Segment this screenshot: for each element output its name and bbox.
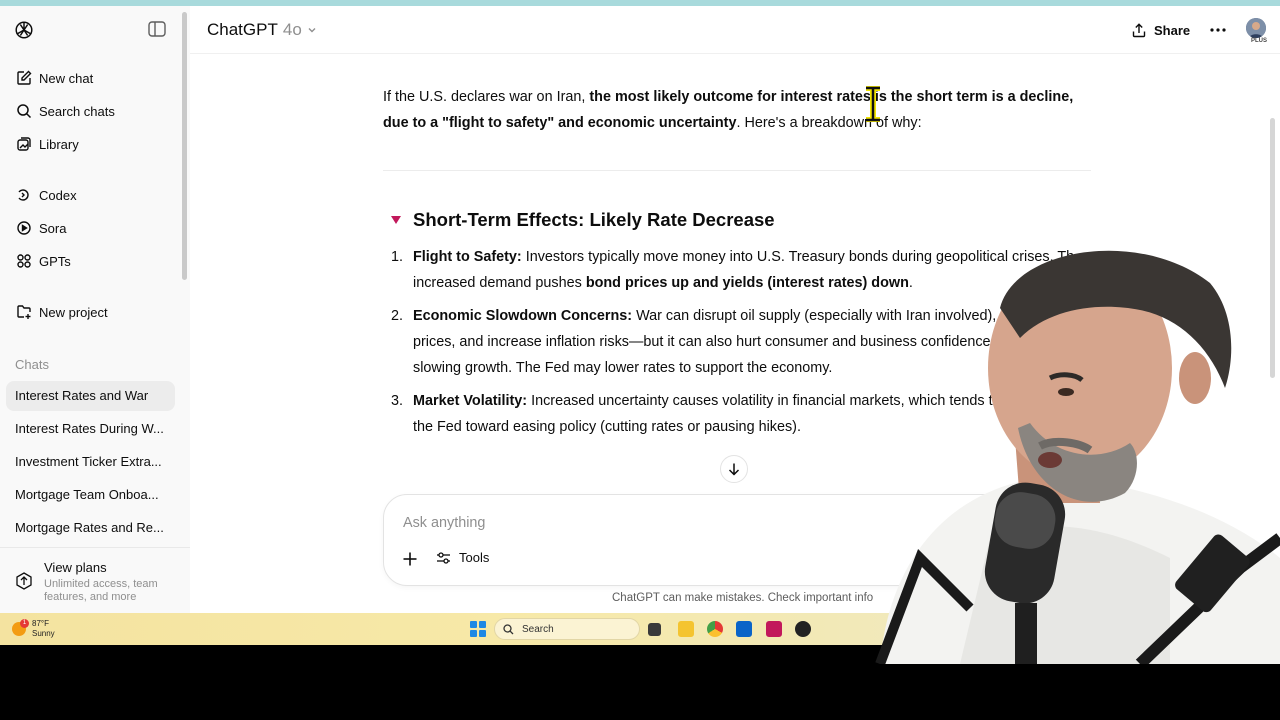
sidebar-scrollbar[interactable] [182, 12, 187, 280]
model-selector[interactable]: ChatGPT 4o [207, 20, 317, 40]
list-number: 1. [391, 249, 404, 265]
plus-icon[interactable] [401, 550, 419, 568]
library-icon [17, 137, 31, 151]
sidebar-item-label: Codex [39, 187, 77, 203]
app-icon[interactable] [766, 621, 782, 637]
scroll-to-bottom-button[interactable] [720, 455, 748, 483]
sidebar-item-label: GPTs [39, 253, 71, 269]
sidebar-header [0, 6, 190, 54]
sidebar-item-library[interactable]: Library [6, 129, 174, 159]
divider [383, 170, 1091, 171]
chevron-down-icon [308, 28, 316, 33]
list-item-text: the Fed toward easing policy (cutting ra… [413, 419, 801, 435]
sun-icon: 1 [12, 619, 29, 636]
weather-desc: Sunny [32, 629, 55, 638]
list-number: 3. [391, 393, 404, 409]
disclaimer: ChatGPT can make mistakes. Check importa… [612, 592, 874, 604]
codex-icon [18, 189, 29, 201]
sidebar-item-label: Search chats [39, 103, 115, 119]
chat-item[interactable]: Mortgage Rates and Re... [6, 513, 175, 543]
search-icon [503, 623, 514, 634]
weather-temp: 87°F [32, 619, 49, 628]
new-chat-icon [17, 70, 32, 85]
webcam-overlay-image [875, 250, 1280, 664]
weather-text: 87°F Sunny [32, 619, 55, 639]
sidebar-item-label: Sora [39, 220, 67, 236]
sidebar-item-sora[interactable]: Sora [6, 213, 174, 243]
chat-item[interactable]: Interest Rates During W... [6, 414, 175, 444]
taskbar-search-label: Search [522, 623, 554, 635]
new-project-icon [17, 305, 31, 319]
section-heading: Short-Term Effects: Likely Rate Decrease [391, 209, 775, 231]
list-number: 2. [391, 308, 404, 324]
sidebar-item-new-project[interactable]: New project [6, 297, 174, 327]
chats-section-label: Chats [15, 357, 49, 372]
sidebar: New chat Search chats Library Codex Sora… [0, 6, 190, 613]
more-options-icon[interactable] [1208, 20, 1228, 40]
sidebar-item-gpts[interactable]: GPTs [6, 246, 174, 276]
sora-icon [17, 221, 31, 235]
upgrade-icon [16, 572, 32, 590]
intro-text: If the U.S. declares war on Iran, [383, 89, 590, 105]
top-bar: ChatGPT 4o Share PLUS [190, 6, 1280, 54]
plan-badge: PLUS [1251, 38, 1268, 44]
sidebar-item-label: Library [39, 136, 79, 152]
chat-item-active[interactable]: Interest Rates and War [6, 381, 175, 411]
notification-badge: 1 [20, 619, 29, 628]
avatar[interactable] [1246, 18, 1266, 38]
share-button[interactable]: Share [1132, 19, 1190, 41]
tools-label: Tools [459, 550, 490, 565]
weather-widget[interactable]: 1 87°F Sunny [12, 619, 55, 639]
search-icon [17, 104, 32, 119]
text-cursor-icon [866, 86, 880, 122]
triangle-down-icon [391, 216, 401, 224]
sidebar-item-search-chats[interactable]: Search chats [6, 96, 174, 126]
view-plans-button[interactable]: View plans Unlimited access, team featur… [0, 547, 190, 613]
model-version: 4o [282, 20, 302, 39]
sidebar-item-new-chat[interactable]: New chat [6, 63, 174, 93]
tools-button[interactable]: Tools [436, 550, 489, 565]
share-icon [1132, 22, 1146, 37]
section-heading-text: Short-Term Effects: Likely Rate Decrease [413, 209, 775, 230]
view-plans-subtitle: Unlimited access, team features, and mor… [44, 578, 158, 603]
sidebar-item-label: New chat [39, 70, 94, 86]
chrome-icon[interactable] [707, 621, 723, 637]
share-label: Share [1154, 22, 1191, 38]
chat-item[interactable]: Investment Ticker Extra... [6, 447, 175, 477]
windows-start-icon[interactable] [470, 621, 486, 637]
list-item-title: Market Volatility: [413, 393, 528, 409]
list-item-text: slowing growth. The Fed may lower rates … [413, 360, 833, 376]
view-plans-title: View plans [44, 560, 107, 575]
openai-logo-icon[interactable] [13, 19, 35, 41]
task-view-icon[interactable] [648, 623, 661, 636]
sidebar-item-codex[interactable]: Codex [6, 180, 174, 210]
list-item-text: increased demand pushes [413, 275, 586, 291]
intro-paragraph: If the U.S. declares war on Iran, the mo… [383, 84, 1091, 136]
avatar-image [1246, 18, 1266, 38]
list-item-title: Economic Slowdown Concerns: [413, 308, 633, 324]
file-explorer-icon[interactable] [678, 621, 694, 637]
model-name: ChatGPT [207, 20, 278, 39]
sidebar-item-label: New project [39, 304, 108, 320]
gpts-icon [17, 254, 31, 268]
taskbar-search[interactable]: Search [494, 618, 640, 640]
arrow-down-icon [728, 463, 740, 476]
sidebar-toggle-icon[interactable] [148, 21, 166, 37]
intro-text: . Here's a breakdown of why: [736, 115, 922, 131]
prompt-input[interactable]: Ask anything [403, 515, 485, 531]
app-icon[interactable] [795, 621, 811, 637]
chat-item[interactable]: Mortgage Team Onboa... [6, 480, 175, 510]
sliders-icon [437, 551, 450, 564]
list-item-title: Flight to Safety: [413, 249, 522, 265]
outlook-icon[interactable] [736, 621, 752, 637]
